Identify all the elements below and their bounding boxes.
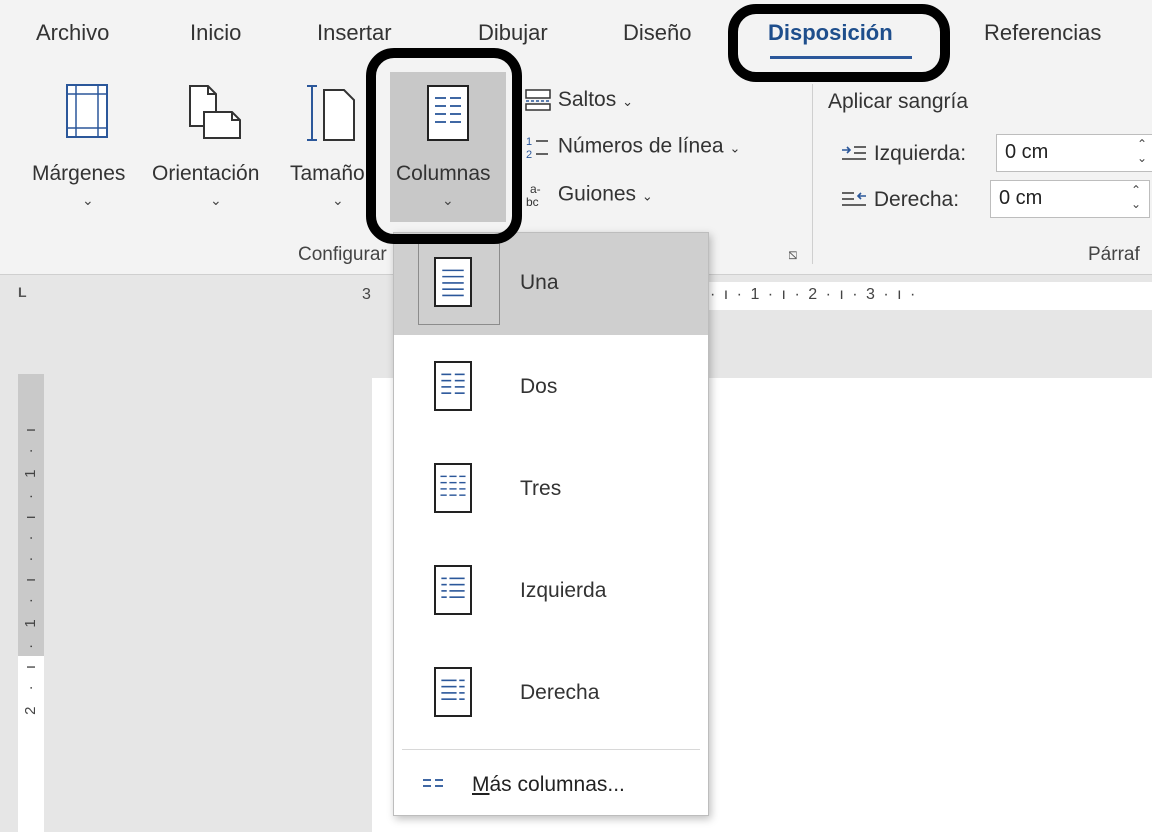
columns-option-tres[interactable]: Tres bbox=[394, 439, 708, 541]
columns-option-izquierda[interactable]: Izquierda bbox=[394, 541, 708, 643]
paragraph-group-label: Párraf bbox=[1088, 244, 1140, 265]
more-columns-label: Más columnas... bbox=[472, 773, 625, 796]
margins-label: Márgenes bbox=[32, 162, 126, 185]
menu-separator bbox=[402, 749, 700, 750]
page-setup-group-label: Configurar bbox=[298, 244, 387, 265]
indent-left-row: Izquierda: bbox=[840, 142, 966, 166]
chevron-down-icon: ⌄ bbox=[622, 94, 633, 109]
chevron-down-icon: ⌄ bbox=[641, 188, 653, 204]
columns-option-label: Una bbox=[520, 271, 559, 294]
one-column-icon bbox=[434, 257, 472, 307]
indent-right-row: Derecha: bbox=[840, 188, 959, 212]
line-numbers-icon: 1 2 bbox=[526, 136, 548, 161]
columns-option-label: Tres bbox=[520, 477, 562, 500]
line-numbers-button[interactable]: 1 2 Números de línea ⌄ bbox=[524, 134, 741, 161]
tab-selector-icon[interactable]: L bbox=[18, 284, 27, 300]
chevron-down-icon: ⌄ bbox=[442, 192, 454, 208]
right-column-icon bbox=[434, 667, 472, 717]
indent-right-icon bbox=[842, 192, 866, 207]
dialog-launcher-icon[interactable]: ⧅ bbox=[788, 246, 798, 263]
indent-right-spinner[interactable]: 0 cm ⌃ ⌄ bbox=[990, 180, 1150, 218]
breaks-button[interactable]: Saltos ⌄ bbox=[524, 88, 633, 112]
tab-disposicion[interactable]: Disposición bbox=[768, 20, 893, 46]
svg-text:1: 1 bbox=[526, 136, 532, 148]
active-tab-underline bbox=[770, 56, 912, 59]
columns-dropdown: Una Dos Tres Izquierda Derecha Más colum… bbox=[393, 232, 709, 816]
two-columns-icon bbox=[434, 361, 472, 411]
more-columns-icon bbox=[423, 779, 443, 787]
hyphenation-icon: a- bc bbox=[526, 182, 541, 209]
three-columns-icon bbox=[434, 463, 472, 513]
margins-icon bbox=[66, 84, 108, 138]
columns-option-label: Izquierda bbox=[520, 579, 607, 602]
hyphenation-label: Guiones bbox=[557, 182, 637, 206]
tab-referencias[interactable]: Referencias bbox=[984, 20, 1101, 46]
ruler-number-left: 3 bbox=[362, 286, 371, 303]
more-columns-item[interactable]: Más columnas... bbox=[394, 761, 708, 811]
indent-right-value: 0 cm bbox=[999, 187, 1043, 209]
chevron-down-icon: ⌄ bbox=[82, 192, 94, 208]
group-divider bbox=[812, 84, 813, 264]
size-label: Tamaño bbox=[290, 162, 365, 185]
columns-label: Columnas bbox=[396, 162, 491, 185]
columns-option-label: Dos bbox=[520, 375, 558, 398]
svg-text:a-: a- bbox=[530, 182, 541, 196]
left-column-icon bbox=[434, 565, 472, 615]
spinner-arrows-icon[interactable]: ⌃ ⌄ bbox=[1137, 137, 1147, 165]
indent-left-label: Izquierda: bbox=[873, 142, 967, 165]
indent-left-spinner[interactable]: 0 cm ⌃ ⌄ bbox=[996, 134, 1152, 172]
size-icon bbox=[307, 85, 355, 141]
chevron-down-icon: ⌄ bbox=[210, 192, 222, 208]
spinner-arrows-icon[interactable]: ⌃ ⌄ bbox=[1131, 183, 1141, 211]
columns-option-dos[interactable]: Dos bbox=[394, 337, 708, 439]
vertical-ruler-ticks: 2 · ı · 1 · ı · · ı · 1 · ı bbox=[22, 422, 39, 715]
indent-left-value: 0 cm bbox=[1005, 141, 1049, 163]
chevron-down-icon: ⌄ bbox=[332, 192, 344, 208]
tab-inicio[interactable]: Inicio bbox=[190, 20, 241, 46]
breaks-icon bbox=[525, 89, 551, 112]
columns-icon bbox=[427, 85, 469, 141]
tab-archivo[interactable]: Archivo bbox=[36, 20, 109, 46]
line-numbers-label: Números de línea bbox=[557, 134, 724, 158]
ruler-ticks: · ı · 1 · ı · 2 · ı · 3 · ı · bbox=[710, 286, 918, 303]
breaks-label: Saltos bbox=[557, 88, 617, 111]
indent-left-icon bbox=[842, 146, 866, 161]
indent-title: Aplicar sangría bbox=[828, 90, 969, 113]
indent-right-label: Derecha: bbox=[873, 188, 960, 211]
svg-text:2: 2 bbox=[526, 149, 532, 160]
tab-dibujar[interactable]: Dibujar bbox=[478, 20, 548, 46]
tab-diseno[interactable]: Diseño bbox=[623, 20, 691, 46]
orientation-label: Orientación bbox=[152, 162, 260, 185]
chevron-down-icon: ⌄ bbox=[729, 140, 741, 156]
vertical-ruler: 2 · ı · 1 · ı · · ı · 1 · ı bbox=[18, 374, 44, 832]
svg-text:bc: bc bbox=[526, 195, 539, 208]
tab-insertar[interactable]: Insertar bbox=[317, 20, 392, 46]
orientation-icon bbox=[189, 85, 241, 139]
columns-option-una[interactable]: Una bbox=[394, 233, 708, 335]
hyphenation-button[interactable]: a- bc Guiones ⌄ bbox=[524, 182, 653, 209]
columns-option-label: Derecha bbox=[520, 681, 600, 704]
columns-option-derecha[interactable]: Derecha bbox=[394, 643, 708, 745]
